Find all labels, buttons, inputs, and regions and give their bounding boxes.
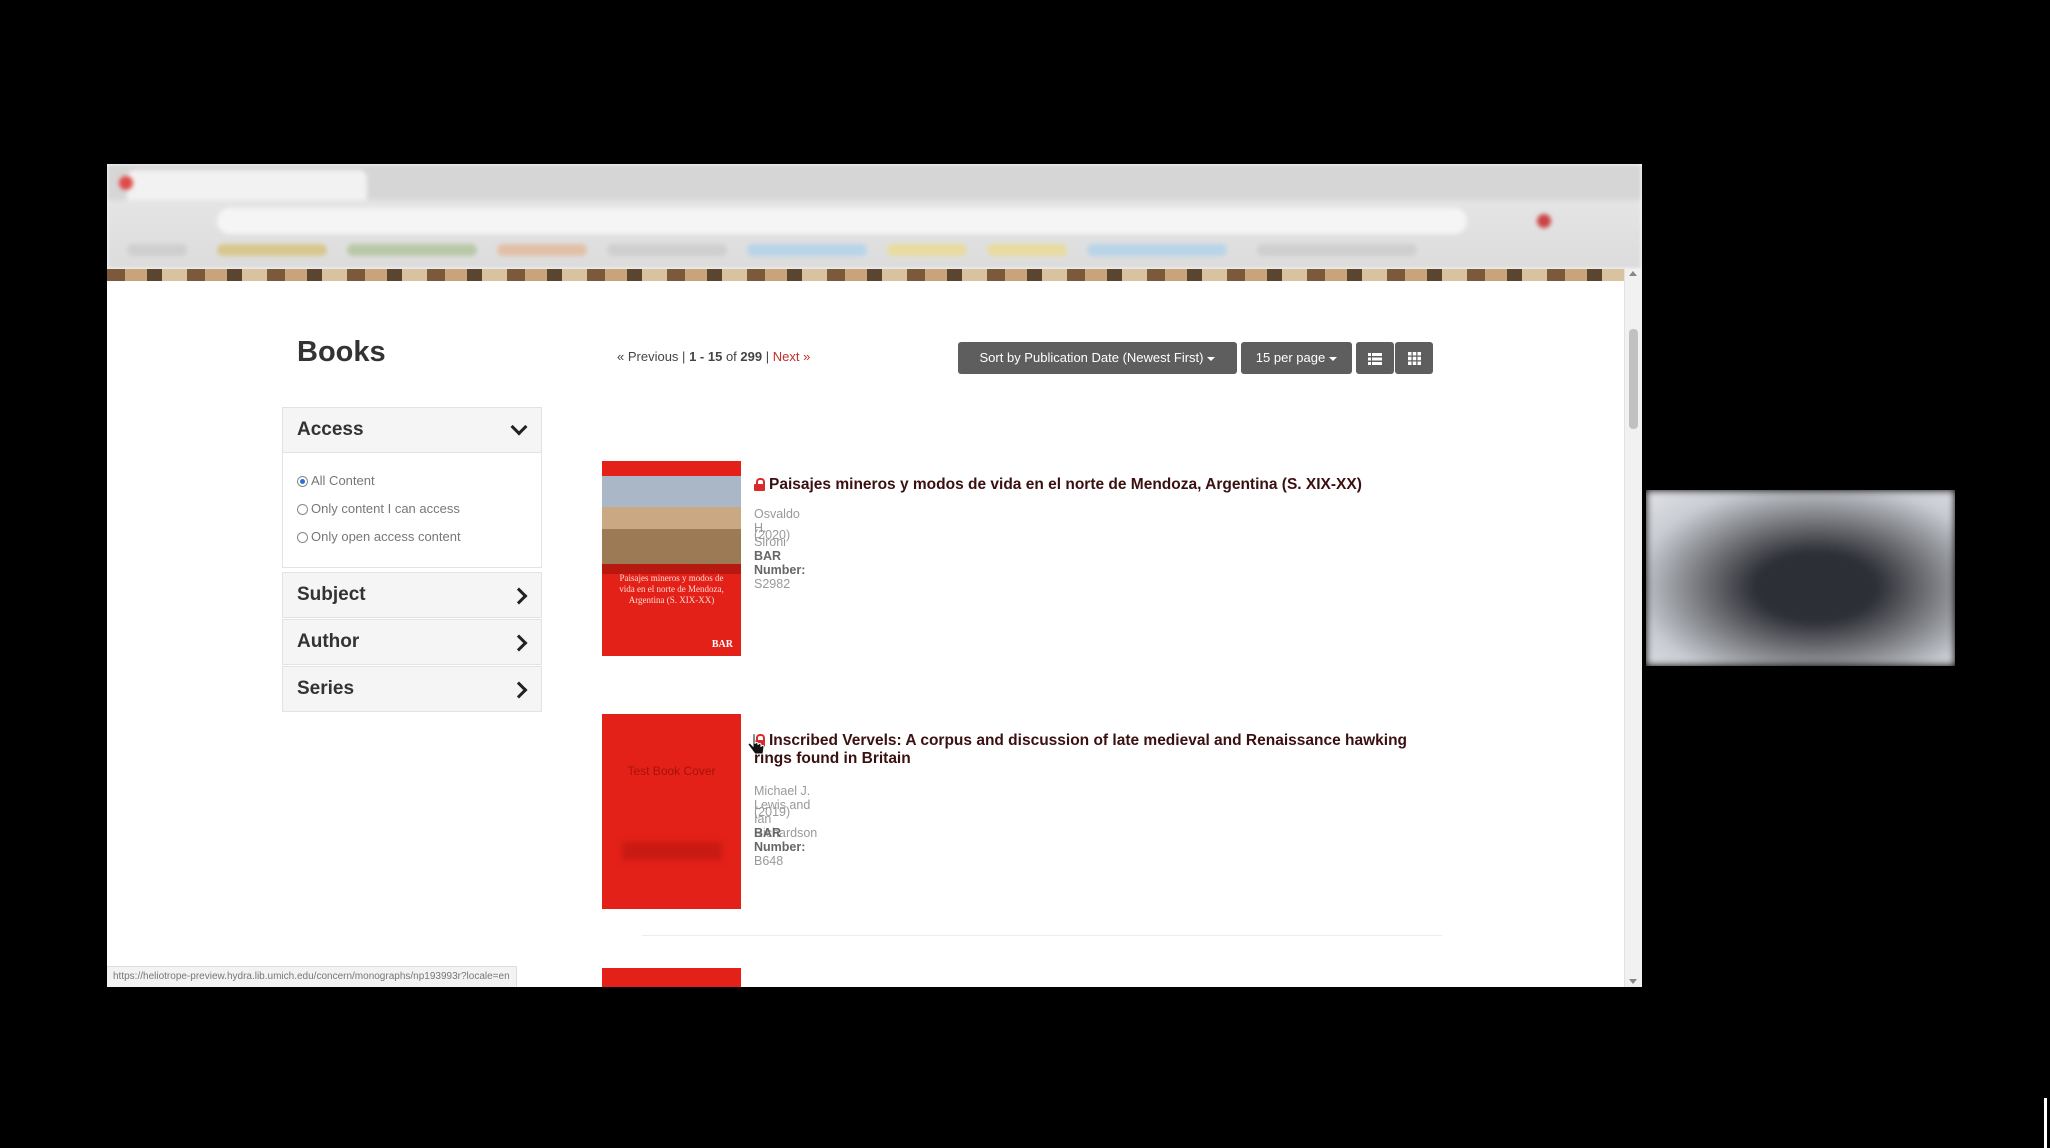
- access-option-can-access[interactable]: Only content I can access: [297, 495, 527, 523]
- tab-strip: [107, 164, 1642, 200]
- cover-publisher-logo: BAR: [711, 639, 733, 650]
- facet-access-header[interactable]: Access: [282, 407, 542, 453]
- cover-title-text: Test Book Cover: [627, 764, 716, 778]
- bar-number-value: S2982: [754, 577, 791, 591]
- cover-photo: [602, 476, 741, 564]
- page-title: Books: [297, 336, 386, 368]
- facet-series-label: Series: [297, 678, 355, 699]
- chevron-right-icon: [510, 681, 528, 699]
- chevron-down-icon: [510, 418, 528, 436]
- per-page-label: 15 per page: [1255, 350, 1326, 365]
- scroll-down-arrow-icon[interactable]: [1629, 979, 1637, 984]
- facet-author-header[interactable]: Author: [282, 619, 542, 665]
- address-bar[interactable]: [217, 208, 1467, 234]
- pagination-of: of: [725, 349, 737, 364]
- scrollbar-thumb[interactable]: [1629, 329, 1638, 429]
- result-total: 299: [740, 349, 763, 364]
- bookmark-item[interactable]: [497, 244, 587, 256]
- bookmark-item[interactable]: [987, 244, 1067, 256]
- profile-avatar[interactable]: [1537, 214, 1551, 228]
- participant-video: [1646, 490, 1955, 666]
- book-cover-image[interactable]: Test Book Cover: [602, 714, 741, 909]
- access-option-all[interactable]: All Content: [297, 467, 527, 495]
- pagination-separator: |: [765, 349, 770, 364]
- result-title-text: Paisajes mineros y modos de vida en el n…: [769, 476, 1362, 493]
- pagination-separator: |: [682, 349, 686, 364]
- chevron-right-icon: [510, 587, 528, 605]
- bar-number-label: BAR Number:: [754, 826, 806, 854]
- book-cover-image[interactable]: Paisajes mineros y modos de vida en el n…: [602, 461, 741, 656]
- radio-icon[interactable]: [297, 503, 308, 515]
- bookmark-item[interactable]: [127, 244, 187, 256]
- result-title-text: Inscribed Vervels: A corpus and discussi…: [754, 732, 1408, 767]
- list-view-button[interactable]: [1356, 342, 1394, 374]
- radio-icon[interactable]: [297, 531, 308, 543]
- bar-number-value: B648: [754, 854, 784, 868]
- facet-subject-header[interactable]: Subject: [282, 572, 542, 618]
- book-cover-image[interactable]: [602, 968, 741, 987]
- access-option-open-access[interactable]: Only open access content: [297, 523, 527, 551]
- cover-ornament: [622, 842, 722, 860]
- bookmark-item[interactable]: [347, 244, 477, 256]
- participant-video-thumbnail[interactable]: [1646, 490, 1955, 666]
- bookmark-item[interactable]: [747, 244, 867, 256]
- result-year: (2020): [754, 528, 791, 542]
- per-page-button[interactable]: 15 per page: [1241, 342, 1352, 374]
- page-scrollbar[interactable]: [1624, 269, 1642, 987]
- close-dot[interactable]: [119, 176, 133, 190]
- result-title-link[interactable]: Inscribed Vervels: A corpus and discussi…: [754, 732, 1434, 768]
- sort-button-label: Sort by Publication Date (Newest First): [979, 350, 1204, 365]
- result-range: 1 - 15: [689, 349, 723, 364]
- cover-title-text: Paisajes mineros y modos de vida en el n…: [619, 573, 724, 605]
- hand-cursor-icon: [747, 733, 765, 755]
- access-option-label: Only content I can access: [311, 501, 460, 516]
- bookmark-item[interactable]: [1257, 244, 1417, 256]
- scroll-up-arrow-icon[interactable]: [1629, 271, 1637, 276]
- lock-icon: [754, 478, 765, 491]
- header-banner-image: [107, 269, 1625, 281]
- browser-tab[interactable]: [127, 170, 367, 200]
- caret-down-icon: [1207, 356, 1216, 361]
- access-option-label: All Content: [311, 473, 375, 488]
- facet-author-label: Author: [297, 631, 360, 652]
- facet-subject-label: Subject: [297, 584, 366, 605]
- sort-button[interactable]: Sort by Publication Date (Newest First): [958, 342, 1237, 374]
- caret-down-icon: [1329, 356, 1338, 361]
- result-bar-number: BAR Number: B648: [754, 826, 805, 868]
- browser-chrome: [107, 164, 1642, 269]
- facet-access-options: All Content Only content I can access On…: [282, 453, 542, 568]
- bookmark-item[interactable]: [887, 244, 967, 256]
- radio-selected-icon[interactable]: [297, 475, 308, 487]
- pagination: « Previous | 1 - 15 of 299 | Next »: [617, 349, 810, 364]
- result-title-link[interactable]: Paisajes mineros y modos de vida en el n…: [754, 476, 1434, 494]
- bookmark-item[interactable]: [217, 244, 327, 256]
- previous-link[interactable]: « Previous: [617, 349, 678, 364]
- bookmark-item[interactable]: [607, 244, 727, 256]
- grid-view-button[interactable]: [1395, 342, 1433, 374]
- grid-view-icon: [1407, 352, 1421, 366]
- facet-access-label: Access: [297, 419, 364, 440]
- facet-series-header[interactable]: Series: [282, 666, 542, 712]
- result-divider: [642, 935, 1442, 936]
- browser-window: Books « Previous | 1 - 15 of 299 | Next …: [107, 164, 1642, 987]
- status-bar-url: https://heliotrope-preview.hydra.lib.umi…: [107, 966, 517, 987]
- list-view-icon: [1368, 352, 1382, 365]
- access-option-label: Only open access content: [311, 529, 461, 544]
- next-link[interactable]: Next »: [773, 349, 811, 364]
- bookmark-item[interactable]: [1087, 244, 1227, 256]
- result-year: (2019): [754, 805, 791, 819]
- facet-sidebar: Access All Content Only content I can ac…: [282, 407, 542, 712]
- screen-edge-mark: [2044, 1098, 2047, 1148]
- result-bar-number: BAR Number: S2982: [754, 549, 805, 591]
- chevron-right-icon: [510, 634, 528, 652]
- bar-number-label: BAR Number:: [754, 549, 806, 577]
